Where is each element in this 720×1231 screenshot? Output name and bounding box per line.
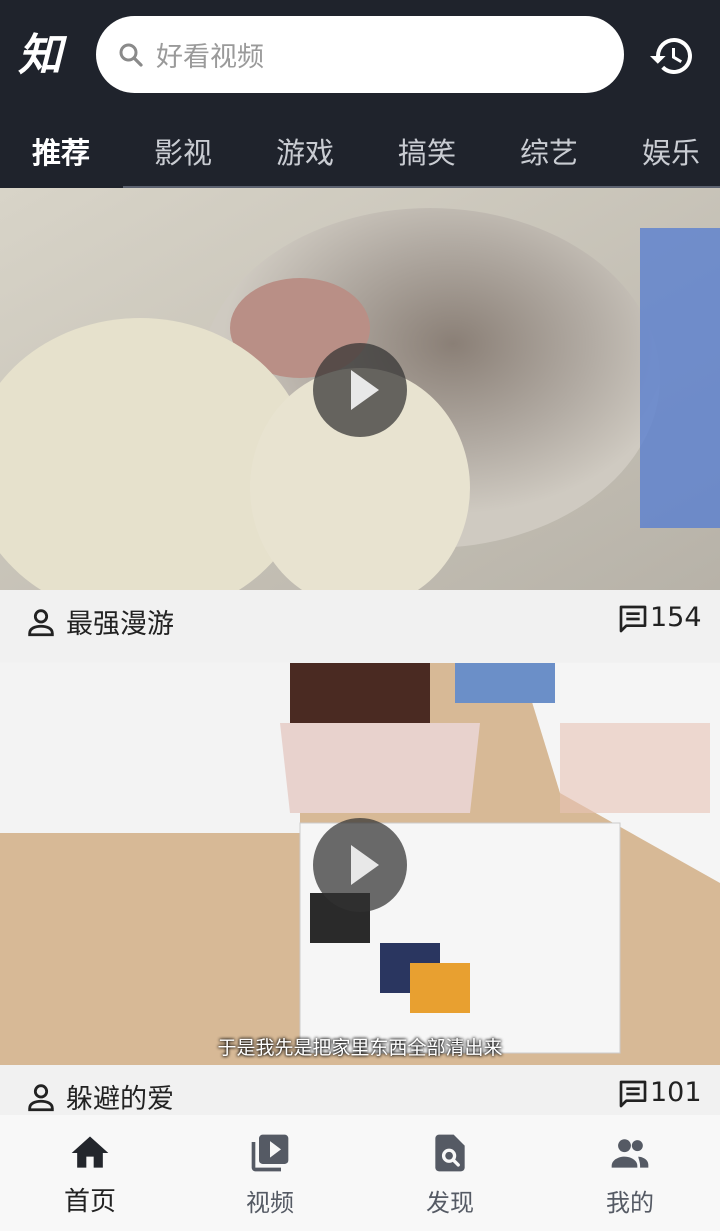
category-tabs: 推荐 影视 游戏 搞笑 综艺 娱乐	[0, 118, 720, 188]
comment-count: 154	[650, 602, 702, 633]
video-meta-bar: 最强漫游 154	[0, 590, 720, 662]
search-icon	[119, 43, 143, 67]
play-icon	[351, 845, 379, 885]
app-logo[interactable]: 知	[18, 28, 80, 84]
tab-entertainment[interactable]: 娱乐	[642, 130, 700, 172]
author-name[interactable]: 最强漫游	[66, 602, 174, 641]
nav-video[interactable]: 视频	[180, 1115, 360, 1231]
play-button[interactable]	[313, 343, 407, 437]
tab-recommended[interactable]: 推荐	[32, 130, 90, 172]
video-card[interactable]: 于是我先是把家里东西全部清出来 躲避的爱 101	[0, 663, 720, 1137]
video-thumbnail[interactable]	[0, 188, 720, 590]
history-icon[interactable]	[648, 32, 696, 80]
nav-mine[interactable]: 我的	[540, 1115, 720, 1231]
nav-label: 首页	[63, 1187, 116, 1217]
comment-icon[interactable]	[617, 603, 649, 635]
video-thumbnail[interactable]: 于是我先是把家里东西全部清出来	[0, 663, 720, 1065]
home-icon	[71, 1136, 109, 1168]
tab-funny[interactable]: 搞笑	[398, 130, 456, 172]
nav-label: 视频	[246, 1189, 294, 1217]
video-subtitle: 于是我先是把家里东西全部清出来	[217, 1037, 503, 1059]
search-placeholder: 好看视频	[156, 42, 264, 73]
comment-count: 101	[650, 1077, 702, 1108]
tab-games[interactable]: 游戏	[276, 130, 334, 172]
tab-variety[interactable]: 综艺	[520, 130, 578, 172]
user-icon	[28, 609, 54, 637]
discover-search-icon	[435, 1134, 465, 1172]
video-card[interactable]: 最强漫游 154	[0, 188, 720, 662]
people-icon	[611, 1139, 649, 1168]
play-button[interactable]	[313, 818, 407, 912]
user-icon	[28, 1084, 54, 1112]
video-library-icon	[251, 1134, 289, 1172]
search-box[interactable]: 好看视频	[96, 16, 624, 93]
nav-label: 发现	[426, 1189, 474, 1217]
nav-home[interactable]: 首页	[0, 1115, 180, 1231]
tab-film-tv[interactable]: 影视	[154, 130, 212, 172]
author-name[interactable]: 躲避的爱	[66, 1077, 174, 1116]
comment-icon[interactable]	[617, 1078, 649, 1110]
nav-discover[interactable]: 发现	[360, 1115, 540, 1231]
bottom-navigation: 首页 视频 发现 我的	[0, 1115, 720, 1231]
play-icon	[351, 370, 379, 410]
top-bar: 知 好看视频 推荐 影视 游戏 搞笑 综艺 娱乐	[0, 0, 720, 188]
nav-label: 我的	[606, 1189, 654, 1217]
